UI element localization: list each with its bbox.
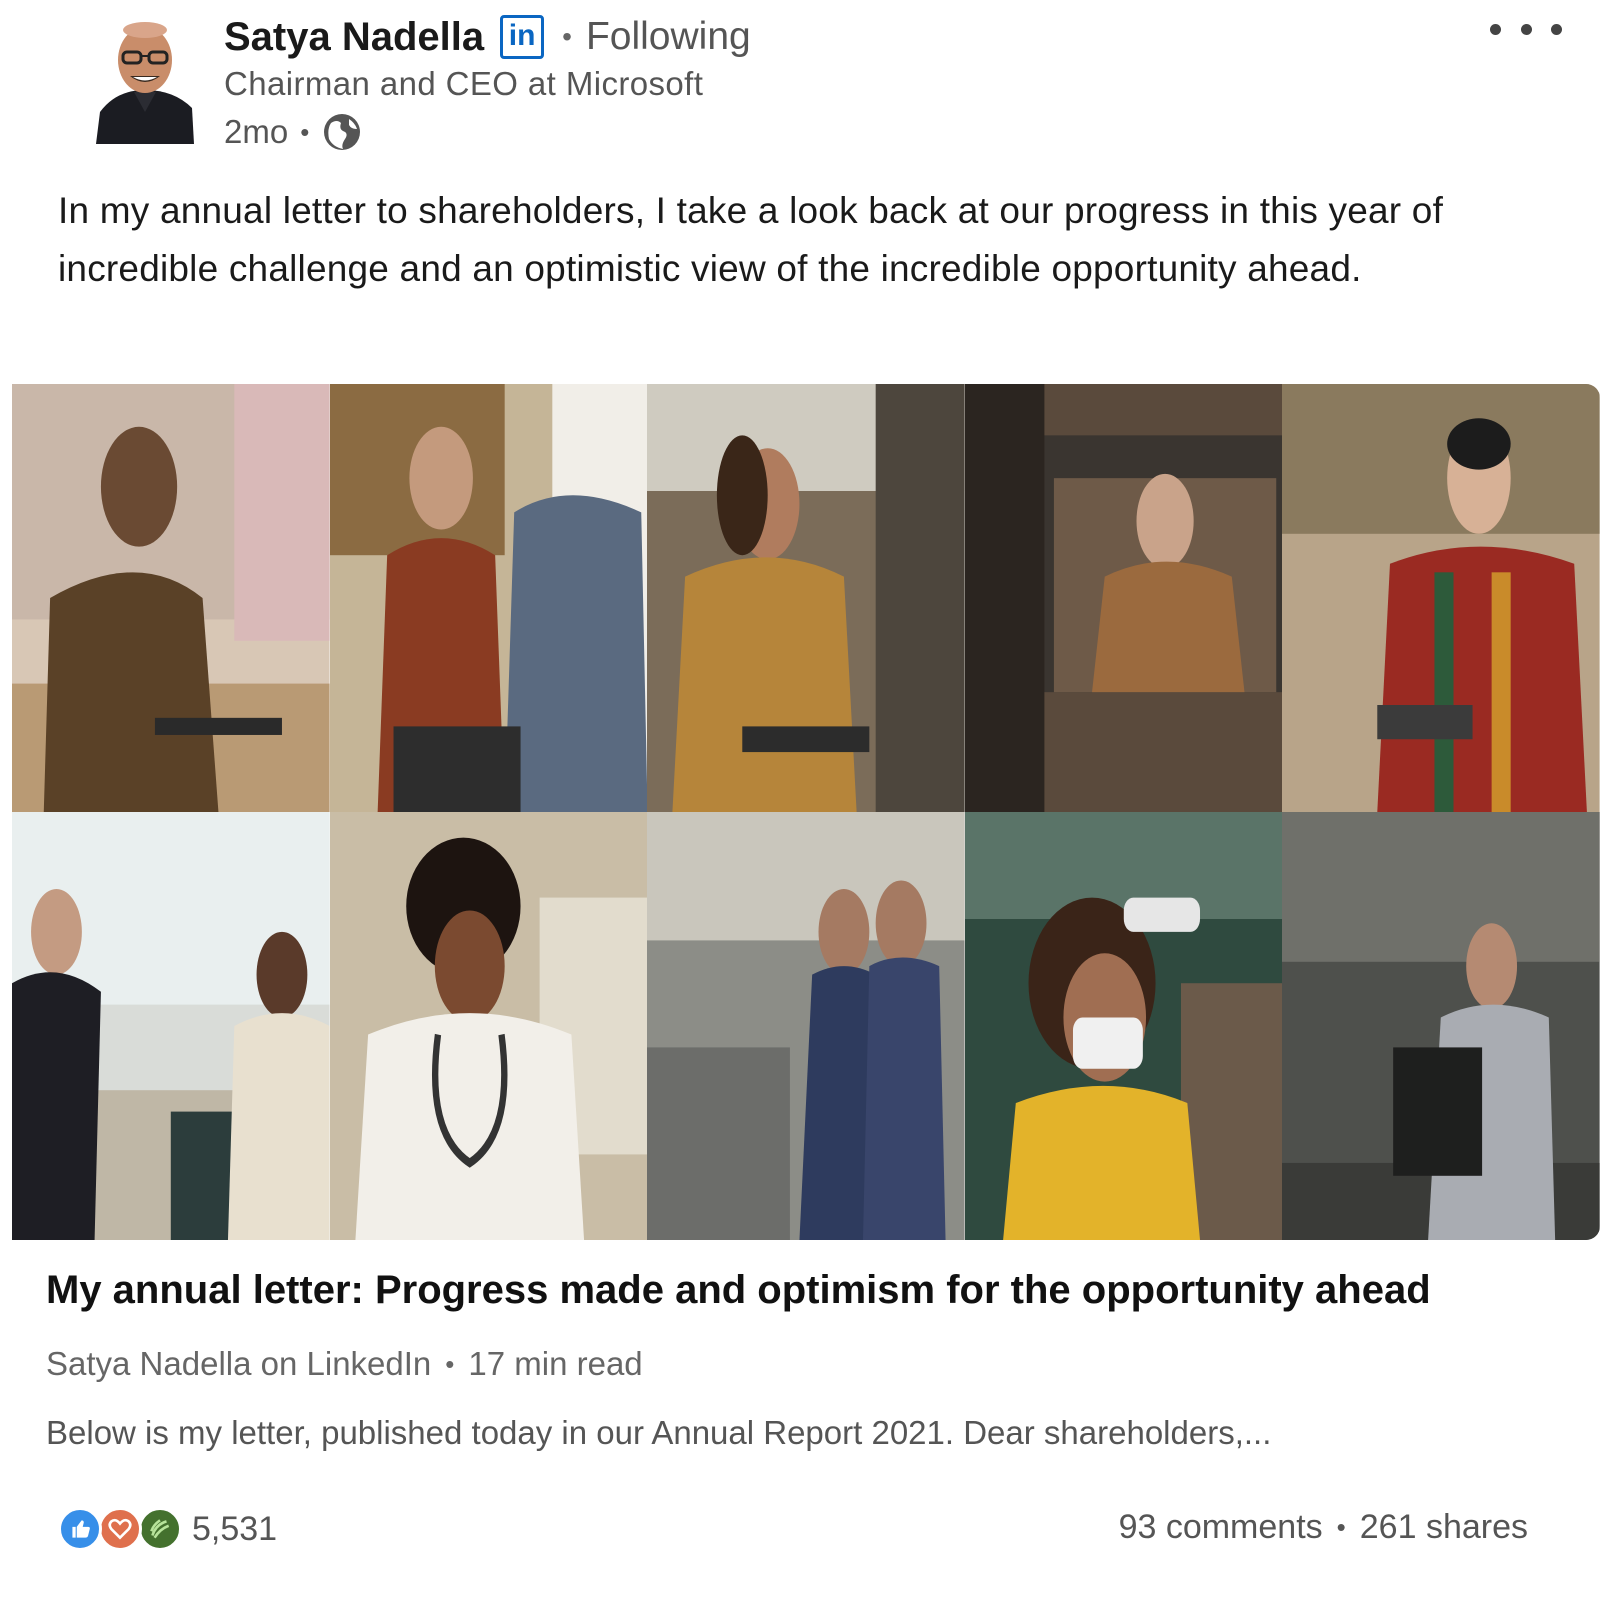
article-title[interactable]: My annual letter: Progress made and opti…	[46, 1268, 1431, 1313]
more-dot-icon	[1520, 23, 1532, 35]
like-icon	[58, 1507, 102, 1551]
photo-grocery-worker	[329, 384, 648, 812]
author-headline: Chairman and CEO at Microsoft	[224, 65, 704, 102]
author-name[interactable]: Satya Nadella	[224, 15, 484, 60]
photo-man-paying-phone	[1282, 384, 1600, 812]
article-image-collage[interactable]	[12, 384, 1600, 1240]
shares-count[interactable]: 261 shares	[1360, 1508, 1528, 1547]
article-read-time: 17 min read	[468, 1345, 643, 1382]
separator-dot: •	[300, 116, 310, 147]
post-meta: 2mo •	[224, 107, 363, 157]
more-dot-icon	[1551, 23, 1562, 35]
separator-dot: •	[1336, 1512, 1346, 1542]
more-options-button[interactable]	[1490, 14, 1562, 44]
photo-man-at-laptop	[12, 384, 330, 812]
author-name-row: Satya Nadella in • Following	[224, 12, 751, 62]
globe-icon	[321, 111, 363, 153]
reactions-summary[interactable]: 5,531	[58, 1507, 277, 1551]
linkedin-icon: in	[500, 15, 545, 59]
article-source: Satya Nadella on LinkedIn	[46, 1345, 432, 1382]
post-text: In my annual letter to shareholders, I t…	[58, 190, 1444, 289]
love-icon	[98, 1507, 142, 1551]
following-status[interactable]: Following	[586, 15, 751, 59]
photo-doctor-telehealth	[329, 812, 648, 1240]
more-dot-icon	[1490, 23, 1501, 35]
celebrate-icon	[138, 1507, 182, 1551]
photo-factory-workers	[647, 812, 965, 1240]
photo-student-temperature-check	[964, 812, 1283, 1240]
social-counts: 93 comments • 261 shares	[1119, 1508, 1528, 1547]
post-header: Satya Nadella in • Following Chairman an…	[0, 0, 1600, 170]
author-avatar[interactable]	[96, 16, 194, 144]
post-time: 2mo	[224, 113, 289, 150]
photo-woman-with-tablet	[647, 384, 965, 812]
photo-bank-counter	[12, 812, 330, 1240]
linkedin-badge-text: in	[508, 19, 536, 52]
photo-lab-technician	[1282, 812, 1600, 1240]
separator-dot: •	[562, 21, 572, 52]
separator-dot: •	[445, 1348, 455, 1379]
photo-drive-through	[964, 384, 1283, 812]
comments-count[interactable]: 93 comments	[1119, 1508, 1323, 1547]
article-meta: Satya Nadella on LinkedIn • 17 min read	[46, 1345, 643, 1383]
reaction-count: 5,531	[192, 1509, 278, 1548]
article-snippet: Below is my letter, published today in o…	[46, 1414, 1272, 1451]
